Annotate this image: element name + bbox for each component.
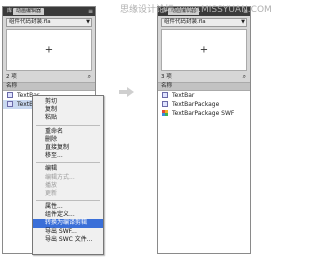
menu-item-export-swf[interactable]: 导出 SWF... [33, 228, 103, 236]
menu-item-copy[interactable]: 复制 [33, 106, 103, 114]
library-item-label: TextBar [172, 92, 195, 99]
registration-point-icon: + [199, 44, 209, 56]
symbol-icon [7, 92, 13, 98]
library-item[interactable]: TextBarPackage [158, 100, 250, 109]
panel-tab-bar: 库 动画编辑器 ≡ [3, 7, 95, 16]
library-item-label: TextBarPackage SWF [172, 110, 235, 117]
menu-item-rename[interactable]: 重命名 [33, 128, 103, 136]
symbol-icon [162, 92, 168, 98]
preview-area: + [6, 29, 92, 71]
column-header-name[interactable]: 名称 [3, 82, 95, 91]
registration-point-icon: + [44, 44, 54, 56]
library-dropdown-value: 组件代码封装.fla [164, 19, 206, 25]
column-header-name[interactable]: 名称 [158, 82, 250, 91]
menu-item-export-swc[interactable]: 导出 SWC 文件... [33, 236, 103, 244]
menu-item-play: 播放 [45, 181, 58, 189]
library-item-label: TextBarPackage [172, 101, 220, 108]
chevron-down-icon: ▼ [241, 19, 245, 25]
library-panel-after: 库 动画编辑器 ≡ 组件代码封装.fla ▼ + 3 项 ⌕ 名称 TextBa… [157, 6, 251, 254]
watermark-text: 思缘设计论坛 www.MISSYUAN.COM [120, 5, 272, 15]
library-dropdown-value: 组件代码封装.fla [9, 19, 51, 25]
menu-item-update: 更新 [45, 189, 58, 197]
menu-item-edit[interactable]: 编辑 [33, 165, 103, 173]
library-item[interactable]: TextBar [158, 91, 250, 100]
item-count-row: 2 项 ⌕ [6, 73, 92, 81]
context-menu: 剪切 复制 粘贴 重命名 删除 直接复制 移至... 编辑 编辑方式... 播放… [32, 95, 104, 255]
menu-separator [36, 200, 100, 202]
library-dropdown[interactable]: 组件代码封装.fla ▼ [161, 18, 247, 27]
preview-area: + [161, 29, 247, 71]
symbol-icon [7, 101, 13, 107]
menu-item-move-to[interactable]: 移至... [33, 152, 103, 160]
library-dropdown[interactable]: 组件代码封装.fla ▼ [6, 18, 92, 27]
library-item[interactable]: TextBarPackage SWF [158, 109, 250, 118]
swf-icon [162, 110, 169, 117]
menu-item-convert-to-compiled-clip[interactable]: 转换为编译剪辑 [33, 219, 103, 228]
item-count-row: 3 项 ⌕ [161, 73, 247, 81]
panel-menu-icon[interactable]: ≡ [88, 8, 93, 15]
menu-item-delete[interactable]: 删除 [33, 136, 103, 144]
symbol-icon [162, 101, 168, 107]
search-icon[interactable]: ⌕ [243, 73, 246, 81]
item-count: 3 项 [161, 74, 172, 80]
library-list: TextBar TextBarPackage TextBarPackage SW… [158, 91, 250, 253]
menu-item-paste[interactable]: 粘贴 [33, 114, 103, 122]
tab-motion-editor[interactable]: 动画编辑器 [13, 8, 45, 15]
menu-item-cut[interactable]: 剪切 [33, 98, 103, 106]
menu-item-edit-with: 编辑方式... [45, 173, 75, 181]
menu-item-duplicate[interactable]: 直接复制 [33, 144, 103, 152]
chevron-down-icon: ▼ [86, 19, 90, 25]
item-count: 2 项 [6, 74, 17, 80]
menu-separator [36, 162, 100, 164]
search-icon[interactable]: ⌕ [88, 73, 91, 81]
menu-separator [36, 124, 100, 126]
